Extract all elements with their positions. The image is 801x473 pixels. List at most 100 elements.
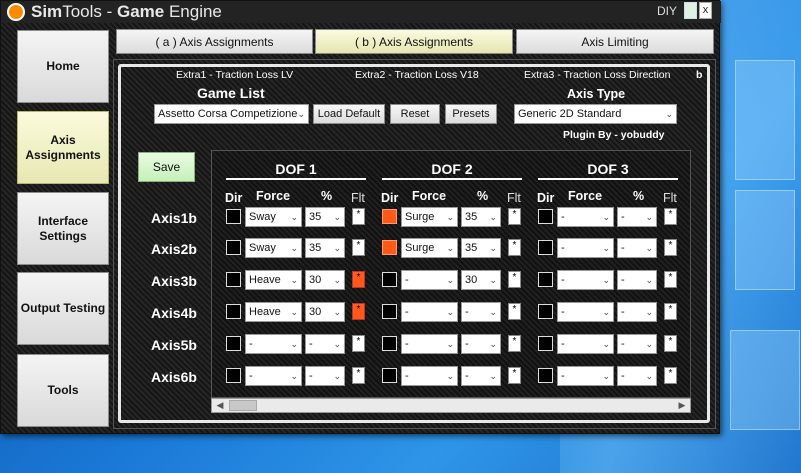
load-default-button[interactable]: Load Default xyxy=(313,104,385,124)
percent-select[interactable]: 35 ⌄ xyxy=(305,207,345,227)
flt-toggle[interactable]: * xyxy=(664,335,677,352)
percent-select[interactable]: - ⌄ xyxy=(461,366,501,386)
flt-toggle[interactable]: * xyxy=(664,303,677,320)
dir-checkbox[interactable] xyxy=(538,368,553,383)
dir-checkbox[interactable] xyxy=(382,304,397,319)
horizontal-scrollbar[interactable]: ◀ ▶ xyxy=(211,398,691,413)
force-select[interactable]: Heave ⌄ xyxy=(245,302,302,322)
scroll-thumb[interactable] xyxy=(229,400,257,411)
percent-select[interactable]: - ⌄ xyxy=(461,334,501,354)
dir-checkbox[interactable] xyxy=(538,304,553,319)
percent-select[interactable]: - ⌄ xyxy=(617,334,657,354)
flt-column-header: Flt xyxy=(351,191,365,205)
force-select[interactable]: - ⌄ xyxy=(401,366,458,386)
force-select[interactable]: Sway ⌄ xyxy=(245,238,302,258)
presets-button[interactable]: Presets xyxy=(445,104,497,124)
sidebar-item-home[interactable]: Home xyxy=(17,30,109,103)
force-select[interactable]: - ⌄ xyxy=(557,238,614,258)
force-select[interactable]: Surge ⌄ xyxy=(401,238,458,258)
force-select[interactable]: - ⌄ xyxy=(557,334,614,354)
percent-column-header: % xyxy=(321,189,333,203)
flt-toggle[interactable]: * xyxy=(664,239,677,256)
flt-toggle[interactable]: * xyxy=(508,208,521,225)
flt-toggle[interactable]: * xyxy=(352,208,365,225)
force-select[interactable]: - ⌄ xyxy=(245,334,302,354)
flt-toggle[interactable]: * xyxy=(508,239,521,256)
force-select[interactable]: - ⌄ xyxy=(557,302,614,322)
sidebar-item-axis-assignments[interactable]: Axis Assignments xyxy=(17,111,109,184)
flt-toggle[interactable]: * xyxy=(352,271,365,288)
sidebar-item-output-testing[interactable]: Output Testing xyxy=(17,272,109,345)
scroll-left-icon[interactable]: ◀ xyxy=(213,399,227,412)
dir-checkbox[interactable] xyxy=(382,368,397,383)
dir-checkbox[interactable] xyxy=(538,336,553,351)
percent-select[interactable]: 35 ⌄ xyxy=(305,238,345,258)
tab-axis-limiting[interactable]: Axis Limiting xyxy=(516,29,714,54)
close-button[interactable]: x xyxy=(699,2,712,19)
dir-checkbox[interactable] xyxy=(382,272,397,287)
dir-checkbox[interactable] xyxy=(382,240,397,255)
percent-select[interactable]: - ⌄ xyxy=(461,302,501,322)
force-select[interactable]: Sway ⌄ xyxy=(245,207,302,227)
flt-toggle[interactable]: * xyxy=(508,367,521,384)
game-select[interactable]: Assetto Corsa Competizione ⌄ xyxy=(154,104,309,124)
chevron-down-icon: ⌄ xyxy=(333,307,341,317)
percent-select[interactable]: - ⌄ xyxy=(617,207,657,227)
flt-toggle[interactable]: * xyxy=(508,271,521,288)
axis-type-select[interactable]: Generic 2D Standard ⌄ xyxy=(514,104,677,124)
reset-button[interactable]: Reset xyxy=(390,104,440,124)
force-select[interactable]: Heave ⌄ xyxy=(245,270,302,290)
dir-checkbox[interactable] xyxy=(538,209,553,224)
flt-toggle[interactable]: * xyxy=(508,303,521,320)
dir-checkbox[interactable] xyxy=(226,240,241,255)
percent-select[interactable]: - ⌄ xyxy=(617,270,657,290)
dir-checkbox[interactable] xyxy=(226,209,241,224)
flt-toggle[interactable]: * xyxy=(664,367,677,384)
flt-toggle[interactable]: * xyxy=(664,271,677,288)
flt-toggle[interactable]: * xyxy=(352,335,365,352)
chevron-down-icon: ⌄ xyxy=(602,371,610,381)
flt-toggle[interactable]: * xyxy=(352,239,365,256)
force-select[interactable]: - ⌄ xyxy=(557,366,614,386)
flt-toggle[interactable]: * xyxy=(352,303,365,320)
flt-toggle[interactable]: * xyxy=(508,335,521,352)
save-button[interactable]: Save xyxy=(138,152,195,182)
force-select[interactable]: - ⌄ xyxy=(401,270,458,290)
dir-checkbox[interactable] xyxy=(226,336,241,351)
tab-axis-assignments-a[interactable]: ( a ) Axis Assignments xyxy=(116,29,313,54)
chevron-down-icon: ⌄ xyxy=(333,243,341,253)
dir-checkbox[interactable] xyxy=(226,368,241,383)
dir-checkbox[interactable] xyxy=(226,304,241,319)
percent-select[interactable]: - ⌄ xyxy=(617,366,657,386)
force-select[interactable]: - ⌄ xyxy=(557,207,614,227)
chevron-down-icon: ⌄ xyxy=(489,339,497,349)
force-select[interactable]: - ⌄ xyxy=(557,270,614,290)
dir-checkbox[interactable] xyxy=(538,272,553,287)
percent-select[interactable]: 30 ⌄ xyxy=(305,302,345,322)
flt-toggle[interactable]: * xyxy=(664,208,677,225)
flt-toggle[interactable]: * xyxy=(352,367,365,384)
percent-select[interactable]: - ⌄ xyxy=(617,302,657,322)
chevron-down-icon: ⌄ xyxy=(297,109,305,119)
chevron-down-icon: ⌄ xyxy=(602,243,610,253)
percent-select[interactable]: - ⌄ xyxy=(305,334,345,354)
sidebar-item-interface-settings[interactable]: Interface Settings xyxy=(17,192,109,265)
tab-axis-assignments-b[interactable]: ( b ) Axis Assignments xyxy=(315,29,513,54)
flt-column-header: Flt xyxy=(507,191,521,205)
percent-select[interactable]: - ⌄ xyxy=(617,238,657,258)
force-select[interactable]: - ⌄ xyxy=(401,302,458,322)
percent-select[interactable]: 35 ⌄ xyxy=(461,238,501,258)
sidebar-item-tools[interactable]: Tools xyxy=(17,354,109,427)
dir-checkbox[interactable] xyxy=(538,240,553,255)
force-select[interactable]: - ⌄ xyxy=(245,366,302,386)
percent-select[interactable]: 30 ⌄ xyxy=(461,270,501,290)
dir-checkbox[interactable] xyxy=(382,209,397,224)
scroll-right-icon[interactable]: ▶ xyxy=(675,399,689,412)
percent-select[interactable]: - ⌄ xyxy=(305,366,345,386)
percent-select[interactable]: 30 ⌄ xyxy=(305,270,345,290)
force-select[interactable]: - ⌄ xyxy=(401,334,458,354)
dir-checkbox[interactable] xyxy=(382,336,397,351)
percent-select[interactable]: 35 ⌄ xyxy=(461,207,501,227)
dir-checkbox[interactable] xyxy=(226,272,241,287)
force-select[interactable]: Surge ⌄ xyxy=(401,207,458,227)
